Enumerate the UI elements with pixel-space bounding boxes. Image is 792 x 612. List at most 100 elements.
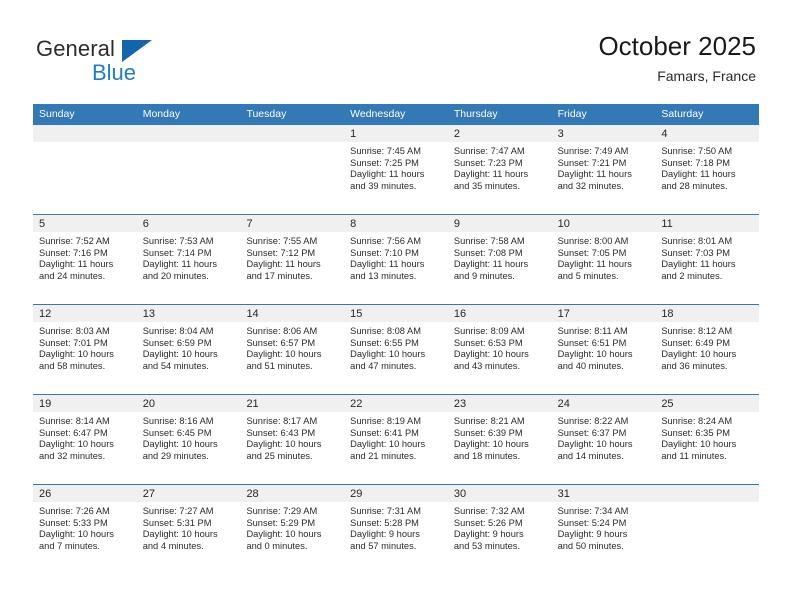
day-info-line: Daylight: 11 hours [246,259,321,270]
day-cell-18[interactable]: 18 Sunrise: 8:12 AM Sunset: 6:49 PM Dayligh… [655,305,760,394]
day-number: 28 [240,485,345,502]
day-info-line: Sunrise: 7:27 AM [142,506,214,516]
day-info-line: Sunset: 6:49 PM [661,337,731,348]
day-cell-21[interactable]: 21 Sunrise: 8:17 AM Sunset: 6:43 PM Dayligh… [240,395,345,484]
day-cell-14[interactable]: 14 Sunrise: 8:06 AM Sunset: 6:57 PM Dayligh… [240,305,345,394]
day-cell-9[interactable]: 9 Sunrise: 7:58 AM Sunset: 7:08 PM Daylight… [447,215,552,304]
day-info-line: Sunset: 7:14 PM [142,247,212,258]
day-cell-15[interactable]: 15 Sunrise: 8:08 AM Sunset: 6:55 PM Dayligh… [344,305,448,394]
day-number [655,485,760,502]
weekday-header-sunday: Sunday [33,104,137,125]
day-info-line: Sunrise: 7:34 AM [557,506,629,516]
weekday-header-friday: Friday [551,104,656,125]
day-info-line: and 9 minutes. [453,270,515,281]
day-cell-20[interactable]: 20 Sunrise: 8:16 AM Sunset: 6:45 PM Dayligh… [136,395,241,484]
day-cell-6[interactable]: 6 Sunrise: 7:53 AM Sunset: 7:14 PM Daylight… [136,215,241,304]
day-info-line: Sunset: 6:59 PM [142,337,212,348]
day-cell-empty [136,125,241,214]
day-info-line: Sunrise: 8:21 AM [453,416,525,426]
page-title: October 2025 [598,31,756,61]
day-cell-8[interactable]: 8 Sunrise: 7:56 AM Sunset: 7:10 PM Daylight… [344,215,448,304]
logo-text-blue: Blue [92,60,137,85]
day-cell-28[interactable]: 28 Sunrise: 7:29 AM Sunset: 5:29 PM Dayligh… [240,485,345,574]
day-number: 15 [344,305,448,322]
day-cell-3[interactable]: 3 Sunrise: 7:49 AM Sunset: 7:21 PM Daylight… [551,125,656,214]
day-cell-13[interactable]: 13 Sunrise: 8:04 AM Sunset: 6:59 PM Dayligh… [136,305,241,394]
day-info-line: and 21 minutes. [350,450,417,461]
day-number [240,125,345,142]
day-sun-info: Sunrise: 7:58 AM Sunset: 7:08 PM Daylight:… [448,232,552,282]
calendar-week-row: 5 Sunrise: 7:52 AM Sunset: 7:16 PM Daylight… [33,214,760,304]
day-sun-info: Sunrise: 7:32 AM Sunset: 5:26 PM Daylight:… [448,502,552,552]
logo-text-general: General [36,36,115,61]
day-sun-info: Sunrise: 8:17 AM Sunset: 6:43 PM Daylight:… [240,412,344,462]
day-number: 22 [344,395,448,412]
day-info-line: Sunrise: 8:01 AM [661,236,733,246]
day-cell-30[interactable]: 30 Sunrise: 7:32 AM Sunset: 5:26 PM Dayligh… [447,485,552,574]
day-cell-16[interactable]: 16 Sunrise: 8:09 AM Sunset: 6:53 PM Dayligh… [447,305,552,394]
day-cell-19[interactable]: 19 Sunrise: 8:14 AM Sunset: 6:47 PM Dayligh… [33,395,137,484]
day-info-line: Sunrise: 8:06 AM [246,326,318,336]
day-number: 9 [447,215,552,232]
day-info-line: and 40 minutes. [557,360,624,371]
day-info-line: Sunrise: 8:09 AM [453,326,525,336]
day-info-line: Daylight: 10 hours [246,349,322,360]
day-sun-info: Sunrise: 7:29 AM Sunset: 5:29 PM Daylight:… [240,502,344,552]
day-cell-7[interactable]: 7 Sunrise: 7:55 AM Sunset: 7:12 PM Daylight… [240,215,345,304]
day-info-line: Daylight: 10 hours [39,529,114,540]
day-cell-25[interactable]: 25 Sunrise: 8:24 AM Sunset: 6:35 PM Dayligh… [655,395,760,484]
day-info-line: Daylight: 10 hours [350,439,426,450]
day-info-line: Daylight: 11 hours [350,259,425,270]
day-sun-info: Sunrise: 8:12 AM Sunset: 6:49 PM Daylight:… [655,322,759,372]
day-info-line: Daylight: 10 hours [142,349,218,360]
day-info-line: Daylight: 10 hours [39,439,114,450]
day-cell-10[interactable]: 10 Sunrise: 8:00 AM Sunset: 7:05 PM Dayligh… [551,215,656,304]
day-number: 18 [655,305,760,322]
day-cell-17[interactable]: 17 Sunrise: 8:11 AM Sunset: 6:51 PM Dayligh… [551,305,656,394]
general-blue-logo[interactable]: General Blue [36,36,216,88]
day-cell-4[interactable]: 4 Sunrise: 7:50 AM Sunset: 7:18 PM Daylight… [655,125,760,214]
day-info-line: and 7 minutes. [39,540,100,551]
day-info-line: and 36 minutes. [661,360,728,371]
day-cell-26[interactable]: 26 Sunrise: 7:26 AM Sunset: 5:33 PM Dayligh… [33,485,137,574]
day-cell-11[interactable]: 11 Sunrise: 8:01 AM Sunset: 7:03 PM Dayligh… [655,215,760,304]
day-info-line: Sunrise: 7:56 AM [350,236,421,246]
day-cell-27[interactable]: 27 Sunrise: 7:27 AM Sunset: 5:31 PM Dayligh… [136,485,241,574]
day-info-line: Daylight: 9 hours [453,529,524,540]
day-info-line: Sunrise: 8:16 AM [142,416,214,426]
day-info-line: and 4 minutes. [142,540,204,551]
day-info-line: and 47 minutes. [350,360,417,371]
day-info-line: Sunrise: 7:52 AM [39,236,110,246]
day-info-line: and 24 minutes. [39,270,106,281]
day-info-line: Daylight: 10 hours [246,529,322,540]
day-cell-24[interactable]: 24 Sunrise: 8:22 AM Sunset: 6:37 PM Dayligh… [551,395,656,484]
day-cell-29[interactable]: 29 Sunrise: 7:31 AM Sunset: 5:28 PM Dayligh… [344,485,448,574]
day-number: 24 [551,395,656,412]
day-cell-23[interactable]: 23 Sunrise: 8:21 AM Sunset: 6:39 PM Dayligh… [447,395,552,484]
day-sun-info: Sunrise: 7:56 AM Sunset: 7:10 PM Daylight:… [344,232,448,282]
day-number: 17 [551,305,656,322]
day-info-line: Daylight: 11 hours [350,169,425,180]
day-cell-5[interactable]: 5 Sunrise: 7:52 AM Sunset: 7:16 PM Daylight… [33,215,137,304]
day-number: 19 [33,395,137,412]
day-cell-12[interactable]: 12 Sunrise: 8:03 AM Sunset: 7:01 PM Dayligh… [33,305,137,394]
day-number: 30 [447,485,552,502]
day-cell-2[interactable]: 2 Sunrise: 7:47 AM Sunset: 7:23 PM Daylight… [447,125,552,214]
day-info-line: and 57 minutes. [350,540,417,551]
day-sun-info: Sunrise: 7:53 AM Sunset: 7:14 PM Daylight:… [137,232,241,282]
day-info-line: and 25 minutes. [246,450,313,461]
day-info-line: Sunrise: 8:17 AM [246,416,318,426]
day-sun-info [137,142,241,146]
day-info-line: Sunset: 7:01 PM [39,337,108,348]
day-info-line: Sunrise: 8:00 AM [557,236,629,246]
day-cell-1[interactable]: 1 Sunrise: 7:45 AM Sunset: 7:25 PM Daylight… [344,125,448,214]
day-sun-info: Sunrise: 8:24 AM Sunset: 6:35 PM Daylight:… [655,412,759,462]
day-info-line: Sunrise: 8:22 AM [557,416,629,426]
day-info-line: and 39 minutes. [350,180,417,191]
day-cell-31[interactable]: 31 Sunrise: 7:34 AM Sunset: 5:24 PM Dayligh… [551,485,656,574]
day-info-line: Daylight: 10 hours [661,349,737,360]
day-sun-info: Sunrise: 8:21 AM Sunset: 6:39 PM Daylight:… [448,412,552,462]
day-info-line: Daylight: 10 hours [142,439,218,450]
day-cell-22[interactable]: 22 Sunrise: 8:19 AM Sunset: 6:41 PM Dayligh… [344,395,448,484]
day-info-line: Sunrise: 7:29 AM [246,506,318,516]
